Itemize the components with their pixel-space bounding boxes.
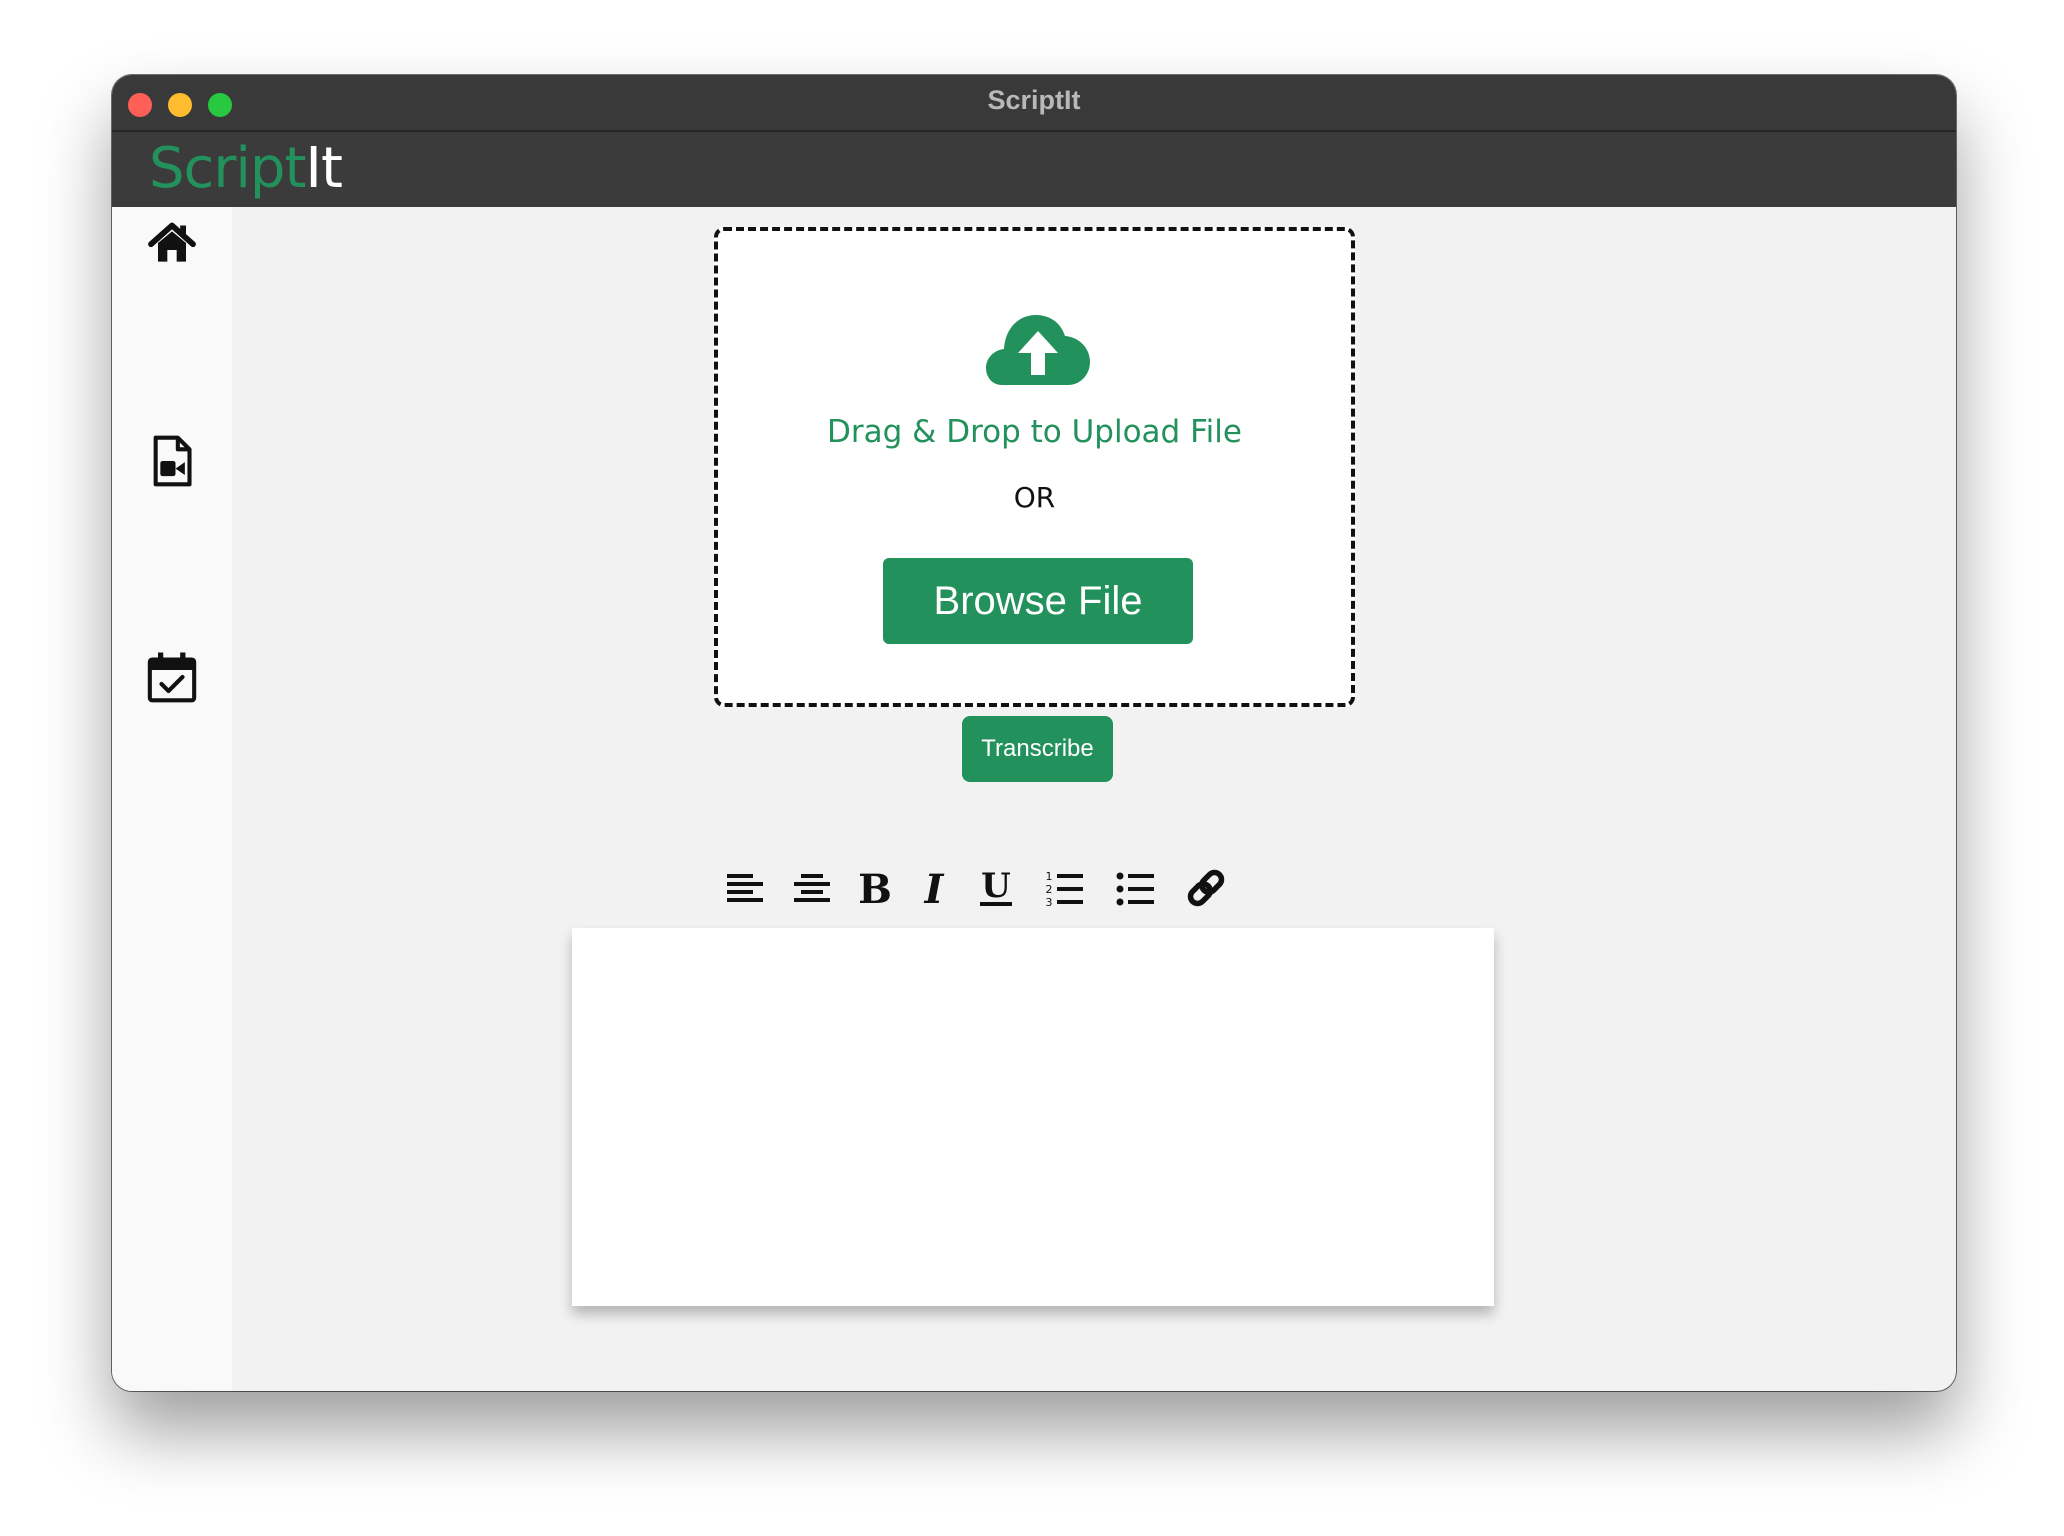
transcribe-button[interactable]: Transcribe [962,716,1113,782]
window-title: ScriptIt [987,85,1081,115]
svg-text:3: 3 [1046,896,1053,909]
sidebar-item-home[interactable] [144,215,200,271]
bold-button[interactable]: B [853,866,897,910]
ordered-list-icon: 1 2 3 [1046,870,1083,909]
align-center-icon [794,874,830,902]
svg-text:B: B [858,866,892,910]
ordered-list-button[interactable]: 1 2 3 [1043,866,1087,910]
bold-icon: B [858,866,892,910]
logo-script: Script [149,136,306,201]
upload-dropzone[interactable]: Drag & Drop to Upload File OR Browse Fil… [714,227,1355,707]
video-file-icon [153,435,192,487]
text-editor[interactable] [572,928,1494,1306]
underline-icon: U [980,866,1012,906]
svg-text:1: 1 [1046,870,1053,883]
title-bar: ScriptIt [112,75,1956,132]
link-button[interactable] [1184,866,1228,910]
sidebar-item-calendar[interactable] [144,649,200,705]
editor-toolbar: B I U 1 2 3 [710,850,1365,925]
app-header: ScriptIt [112,132,1956,207]
svg-text:2: 2 [1046,883,1053,896]
align-left-icon [727,874,763,902]
app-logo: ScriptIt [149,136,343,201]
cloud-upload-icon [986,315,1090,385]
sidebar [112,207,232,1391]
underline-button[interactable]: U [974,866,1018,910]
calendar-check-icon [147,652,197,703]
logo-it: It [305,136,342,201]
italic-icon: I [924,866,945,910]
app-window: ScriptIt ScriptIt Drag & Drop to Upload … [112,75,1956,1391]
align-center-button[interactable] [790,866,834,910]
link-icon [1187,869,1225,907]
svg-text:U: U [981,866,1011,906]
home-icon [148,222,196,262]
or-label: OR [1013,481,1056,514]
bullet-list-icon [1116,872,1154,906]
svg-text:I: I [924,866,945,910]
bullet-list-button[interactable] [1114,866,1158,910]
drag-drop-label: Drag & Drop to Upload File [827,414,1242,450]
sidebar-item-video-file[interactable] [144,433,200,489]
browse-file-button[interactable]: Browse File [883,558,1193,644]
italic-button[interactable]: I [912,866,956,910]
align-left-button[interactable] [723,866,767,910]
